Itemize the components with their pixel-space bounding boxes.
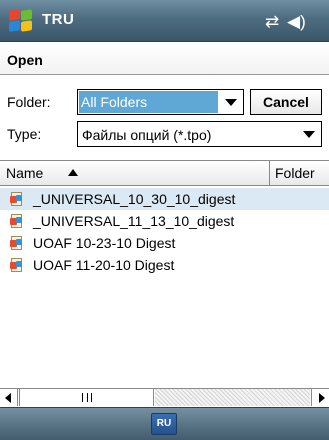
- folder-dropdown[interactable]: All Folders: [77, 89, 244, 115]
- type-dropdown[interactable]: Файлы опций (*.tpo): [77, 121, 322, 147]
- type-dropdown-button[interactable]: [298, 123, 320, 145]
- scroll-track[interactable]: [155, 389, 310, 406]
- file-name: _UNIVERSAL_10_30_10_digest: [33, 191, 236, 207]
- folder-dropdown-button[interactable]: [220, 91, 242, 113]
- sort-ascending-icon: [68, 169, 78, 176]
- app-title: TRU: [42, 11, 75, 28]
- document-icon: [10, 214, 24, 229]
- document-icon: [10, 192, 24, 207]
- chevron-down-icon: [303, 131, 315, 138]
- document-icon: [10, 258, 24, 273]
- grip-icon: [82, 393, 92, 402]
- document-icon: [10, 236, 24, 251]
- scroll-thumb[interactable]: [19, 389, 154, 406]
- volume-icon[interactable]: ◀): [287, 12, 306, 32]
- column-separator[interactable]: [269, 161, 270, 185]
- horizontal-scrollbar[interactable]: [0, 388, 329, 406]
- title-bar: TRU ⇄ ◀): [0, 0, 329, 42]
- file-name: _UNIVERSAL_11_13_10_digest: [33, 213, 235, 229]
- file-name: UOAF 11-20-10 Digest: [33, 257, 175, 273]
- scroll-right-icon[interactable]: [311, 389, 329, 406]
- windows-start-icon[interactable]: [6, 9, 34, 33]
- folder-value: All Folders: [79, 91, 218, 113]
- file-row[interactable]: _UNIVERSAL_10_30_10_digest: [0, 188, 329, 210]
- file-row[interactable]: UOAF 11-20-10 Digest: [0, 254, 329, 276]
- dialog-header: Open: [0, 43, 329, 75]
- file-row[interactable]: UOAF 10-23-10 Digest: [0, 232, 329, 254]
- type-value: Файлы опций (*.tpo): [82, 127, 212, 143]
- cancel-button[interactable]: Cancel: [250, 89, 322, 115]
- list-header: Name Folder: [0, 160, 329, 186]
- file-row[interactable]: _UNIVERSAL_11_13_10_digest: [0, 210, 329, 232]
- folder-label: Folder:: [7, 94, 51, 110]
- column-header-name[interactable]: Name: [6, 165, 43, 181]
- connectivity-icon[interactable]: ⇄: [265, 12, 279, 32]
- scroll-left-icon[interactable]: [0, 389, 18, 406]
- file-list: _UNIVERSAL_10_30_10_digest _UNIVERSAL_11…: [0, 187, 329, 387]
- type-label: Type:: [7, 126, 42, 142]
- column-header-folder[interactable]: Folder: [275, 165, 315, 181]
- chevron-down-icon: [225, 99, 237, 106]
- keyboard-icon[interactable]: RU: [151, 413, 177, 435]
- file-name: UOAF 10-23-10 Digest: [33, 235, 176, 251]
- bottom-bar: RU: [0, 407, 329, 440]
- dialog-title: Open: [7, 52, 43, 68]
